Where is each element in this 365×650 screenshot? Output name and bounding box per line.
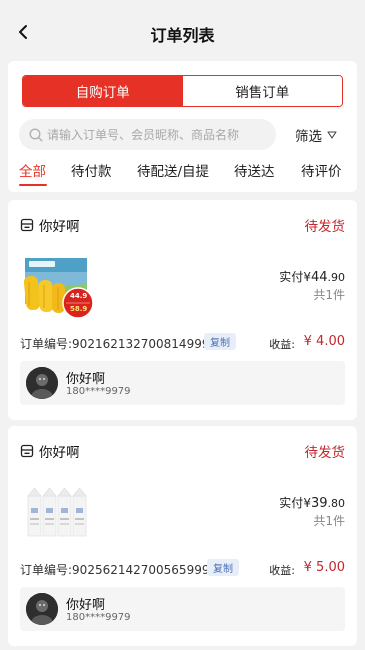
shop-name: 你好啊 xyxy=(39,445,80,461)
search-bar[interactable] xyxy=(19,119,276,150)
shop-name: 你好啊 xyxy=(39,219,80,235)
currency-symbol: ¥ xyxy=(303,496,311,510)
filter-label: 筛选 xyxy=(295,129,322,145)
page-title: 订单列表 xyxy=(150,26,215,45)
price-badge-bottom: 58.9 xyxy=(70,305,88,313)
store-icon xyxy=(20,444,34,458)
order-number: 订单编号:902162132700814999 xyxy=(20,337,210,351)
buyer-info[interactable]: 你好啊 180****9979 xyxy=(20,587,345,631)
income-value: ¥ 5.00 xyxy=(303,560,345,575)
paid-amount: 实付¥39.80 xyxy=(279,494,345,511)
active-tab-indicator xyxy=(19,184,47,186)
avatar xyxy=(26,593,58,625)
price-badge-top: 44.9 xyxy=(70,292,88,300)
currency-symbol: ¥ xyxy=(303,270,311,284)
order-status: 待发货 xyxy=(304,219,346,235)
paid-prefix: 实付 xyxy=(279,270,304,284)
income-value: ¥ 4.00 xyxy=(303,334,345,349)
filter-panel: 自购订单 销售订单 筛选 全部 待付款 待配送/自提 待送达 待评价 xyxy=(8,61,357,192)
order-status: 待发货 xyxy=(304,445,346,461)
buyer-name: 你好啊 xyxy=(66,598,106,613)
store-icon xyxy=(20,218,34,232)
order-card[interactable]: 你好啊 待发货 实付¥39.80 共1件 订单编号:90256214270056… xyxy=(8,426,357,646)
search-icon xyxy=(29,127,43,142)
shop-header[interactable]: 你好啊 xyxy=(20,215,80,235)
buyer-name: 你好啊 xyxy=(66,372,106,387)
avatar xyxy=(26,367,58,399)
status-tabs: 全部 待付款 待配送/自提 待送达 待评价 xyxy=(8,160,357,188)
tab-pending-payment[interactable]: 待付款 xyxy=(71,160,112,180)
income-label: 收益: xyxy=(269,338,295,351)
nav-bar: 订单列表 xyxy=(0,0,365,62)
price-decimal: .80 xyxy=(327,497,346,510)
price-decimal: .90 xyxy=(327,271,346,284)
price-integer: 39 xyxy=(310,496,328,511)
copy-button[interactable]: 复制 xyxy=(204,333,236,350)
order-number: 订单编号:902562142700565999 xyxy=(20,563,210,577)
item-count: 共1件 xyxy=(313,514,345,528)
paid-amount: 实付¥44.90 xyxy=(279,268,345,285)
tab-pending-review[interactable]: 待评价 xyxy=(301,160,342,180)
buyer-phone: 180****9979 xyxy=(66,386,131,397)
paid-prefix: 实付 xyxy=(279,496,304,510)
copy-button[interactable]: 复制 xyxy=(207,559,239,576)
buyer-phone: 180****9979 xyxy=(66,612,131,623)
shop-header[interactable]: 你好啊 xyxy=(20,441,80,461)
order-card[interactable]: 你好啊 待发货 44.9 58.9 实付¥44.90 共1件 订单编号:9021… xyxy=(8,200,357,420)
corn-product-image[interactable]: 44.9 58.9 xyxy=(21,250,97,326)
income-label: 收益: xyxy=(269,564,295,577)
triangle-down-icon xyxy=(327,131,337,139)
segment-sales[interactable]: 销售订单 xyxy=(182,76,342,106)
buyer-info[interactable]: 你好啊 180****9979 xyxy=(20,361,345,405)
tab-all[interactable]: 全部 xyxy=(19,160,46,180)
milk-cartons-product-image[interactable] xyxy=(21,476,97,552)
filter-button[interactable]: 筛选 xyxy=(295,125,337,145)
tab-pending-arrival[interactable]: 待送达 xyxy=(234,160,275,180)
item-count: 共1件 xyxy=(313,288,345,302)
tab-pending-delivery[interactable]: 待配送/自提 xyxy=(137,160,209,180)
search-input[interactable] xyxy=(47,127,267,142)
order-type-segment: 自购订单 销售订单 xyxy=(22,75,343,107)
segment-self-purchase[interactable]: 自购订单 xyxy=(23,76,183,106)
price-integer: 44 xyxy=(310,270,328,285)
